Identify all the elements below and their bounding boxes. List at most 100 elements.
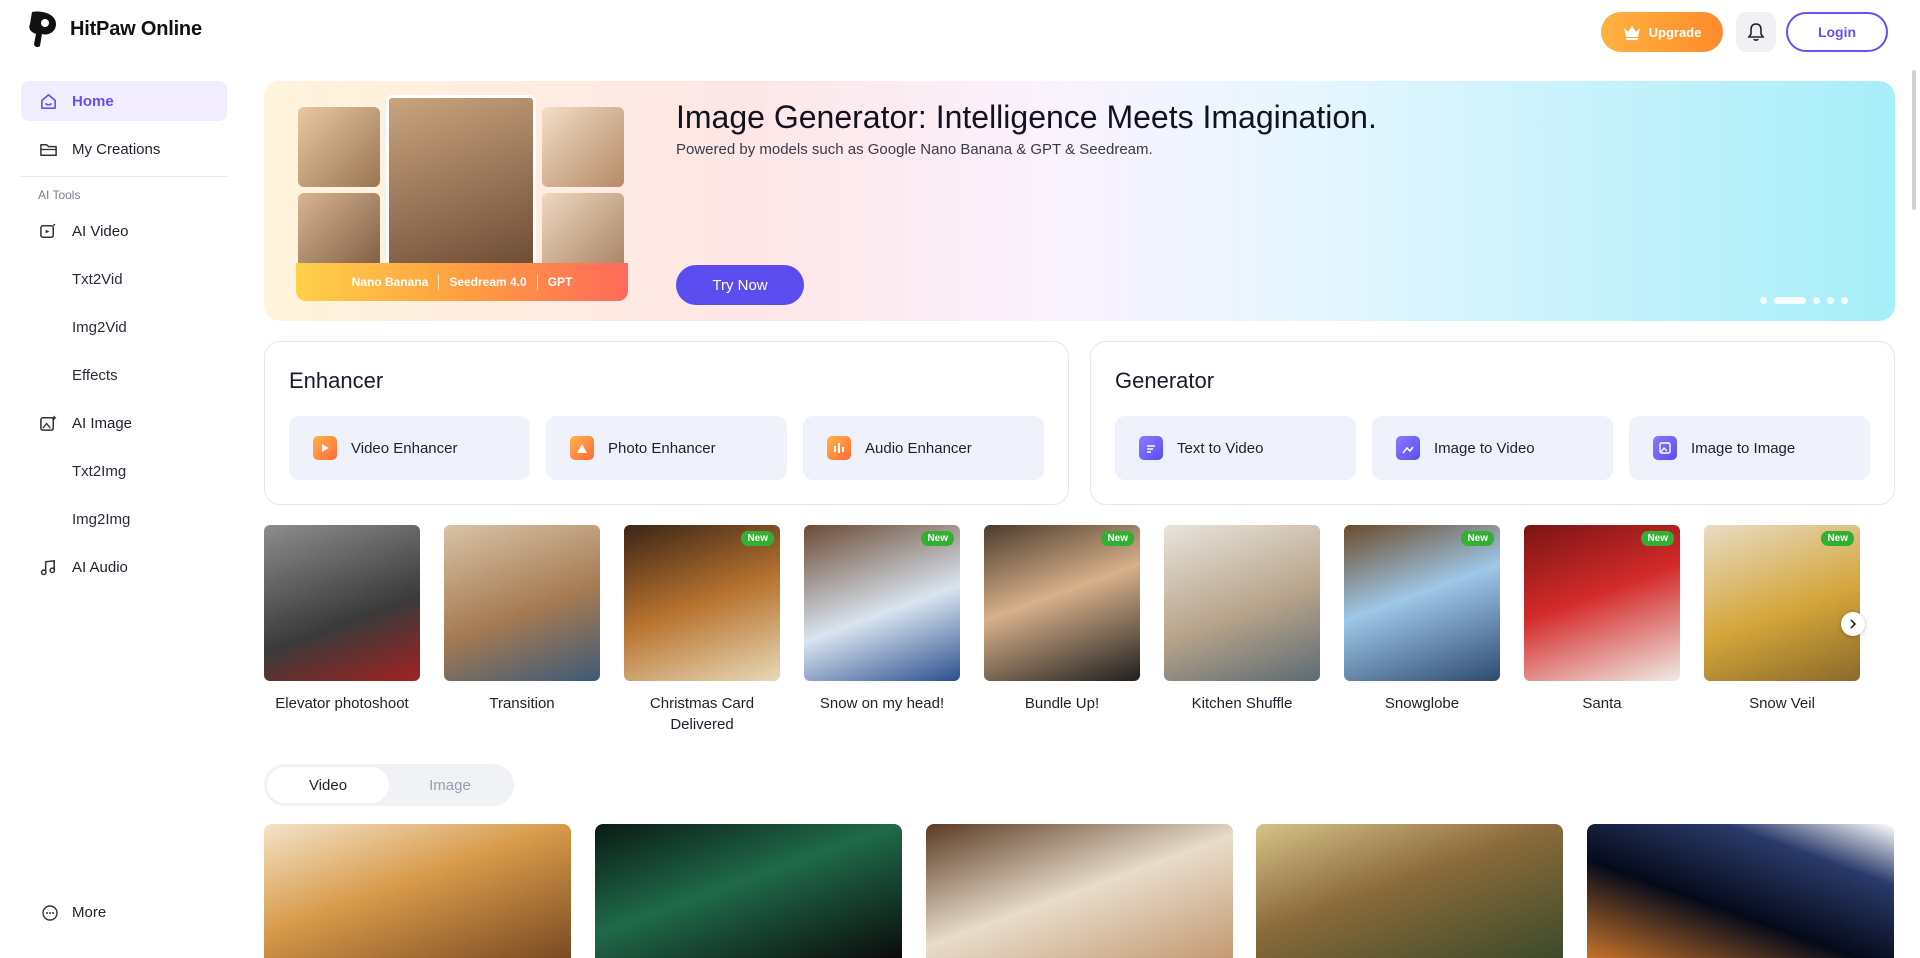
effect-card-kitchen-shuffle[interactable]: Kitchen Shuffle	[1164, 525, 1320, 714]
new-badge: New	[1821, 531, 1854, 546]
music-note-icon	[40, 559, 56, 575]
sidebar-item-ai-audio[interactable]: AI Audio	[21, 547, 227, 587]
effect-thumbnail	[1164, 525, 1320, 681]
carousel-dot-active[interactable]	[1774, 297, 1806, 304]
more-label: More	[72, 904, 107, 921]
effect-card-snow-veil[interactable]: New Snow Veil	[1704, 525, 1860, 714]
ai-tools-label: AI Tools	[38, 188, 81, 202]
effect-thumbnail: New	[984, 525, 1140, 681]
sidebar-item-label: AI Video	[72, 222, 129, 240]
media-type-toggle: Video Image	[264, 764, 514, 806]
sidebar-item-ai-image[interactable]: AI Image	[21, 403, 227, 443]
sidebar-item-img2img[interactable]: Img2Img	[72, 511, 130, 528]
gallery-item[interactable]	[264, 824, 571, 958]
gallery-item[interactable]	[926, 824, 1233, 958]
audio-enhancer-button[interactable]: Audio Enhancer	[803, 416, 1044, 480]
effect-label: Transition	[489, 695, 555, 712]
effect-card-bundle-up[interactable]: New Bundle Up!	[984, 525, 1140, 714]
hitpaw-logo-icon	[29, 11, 56, 48]
tool-label: Photo Enhancer	[608, 439, 716, 457]
enhancer-title: Enhancer	[289, 368, 384, 393]
nano-banana-label: Nano Banana	[351, 275, 429, 289]
upgrade-label: Upgrade	[1648, 24, 1702, 40]
page-scrollbar[interactable]	[1912, 70, 1916, 210]
carousel-dots	[1760, 297, 1848, 304]
effect-card-santa[interactable]: New Santa	[1524, 525, 1680, 714]
enhancer-panel: Enhancer Video Enhancer Photo Enhancer A…	[264, 341, 1069, 505]
effect-label: Snow Veil	[1749, 695, 1815, 712]
effect-label: Santa	[1582, 695, 1622, 712]
more-icon	[42, 904, 58, 921]
effect-label: Snow on my head!	[819, 695, 945, 712]
generator-title: Generator	[1115, 368, 1215, 393]
top-header: HitPaw Online Upgrade Login	[0, 0, 1920, 62]
hero-banner[interactable]: Nano Banana Seedream 4.0 GPT Image Gener…	[264, 81, 1895, 321]
banner-subtitle: Powered by models such as Google Nano Ba…	[676, 141, 1153, 158]
generator-panel: Generator Text to Video Image to Video I…	[1090, 341, 1895, 505]
upgrade-button[interactable]: Upgrade	[1601, 12, 1723, 52]
more-button[interactable]: More	[42, 904, 106, 921]
tool-label: Image to Image	[1691, 439, 1796, 457]
new-badge: New	[1641, 531, 1674, 546]
text-to-video-button[interactable]: Text to Video	[1115, 416, 1356, 480]
gallery-item[interactable]	[1256, 824, 1563, 958]
sidebar-item-label: AI Image	[72, 414, 133, 432]
logo[interactable]: HitPaw Online	[28, 10, 202, 48]
gallery-item[interactable]	[1587, 824, 1894, 958]
tab-image[interactable]: Image	[389, 767, 511, 803]
model-badges: Nano Banana Seedream 4.0 GPT	[296, 263, 628, 301]
sidebar-item-home[interactable]: Home	[21, 81, 227, 121]
sidebar-item-txt2vid[interactable]: Txt2Vid	[72, 271, 123, 288]
carousel-dot[interactable]	[1827, 297, 1834, 304]
gpt-label: GPT	[547, 275, 573, 289]
effect-label: Snowglobe	[1384, 695, 1460, 712]
effect-thumbnail: New	[624, 525, 780, 681]
image-to-video-button[interactable]: Image to Video	[1372, 416, 1613, 480]
image-to-image-icon	[1653, 436, 1677, 460]
sidebar-item-effects[interactable]: Effects	[72, 367, 118, 384]
effect-thumbnail: New	[1704, 525, 1860, 681]
tool-label: Text to Video	[1177, 439, 1264, 457]
carousel-dot[interactable]	[1760, 297, 1767, 304]
text-to-video-icon	[1139, 436, 1163, 460]
chevron-right-icon	[1850, 619, 1857, 629]
effect-label: Christmas Card Delivered	[649, 695, 755, 733]
image-to-image-button[interactable]: Image to Image	[1629, 416, 1870, 480]
carousel-dot[interactable]	[1813, 297, 1820, 304]
login-button[interactable]: Login	[1786, 12, 1888, 52]
effect-thumbnail	[264, 525, 420, 681]
effect-card-snowglobe[interactable]: New Snowglobe	[1344, 525, 1500, 714]
sidebar-item-label: My Creations	[72, 140, 161, 158]
sidebar-item-ai-video[interactable]: AI Video	[21, 211, 227, 251]
effect-card-elevator[interactable]: Elevator photoshoot	[264, 525, 420, 714]
sidebar-item-my-creations[interactable]: My Creations	[21, 129, 227, 169]
image-to-video-icon	[1396, 436, 1420, 460]
effect-thumbnail	[444, 525, 600, 681]
photo-enhancer-icon	[570, 436, 594, 460]
crown-icon	[1623, 26, 1640, 40]
folder-icon	[40, 143, 57, 156]
tab-video[interactable]: Video	[267, 767, 389, 803]
next-arrow-button[interactable]	[1841, 612, 1865, 636]
image-icon	[40, 415, 57, 431]
gallery-item[interactable]	[595, 824, 902, 958]
new-badge: New	[921, 531, 954, 546]
notifications-button[interactable]	[1736, 12, 1776, 52]
tool-label: Image to Video	[1434, 439, 1535, 457]
effect-thumbnail: New	[1344, 525, 1500, 681]
bell-icon	[1747, 23, 1765, 41]
sidebar-item-label: Home	[72, 92, 114, 110]
video-enhancer-icon	[313, 436, 337, 460]
effect-card-snow-on-head[interactable]: New Snow on my head!	[804, 525, 960, 714]
video-enhancer-button[interactable]: Video Enhancer	[289, 416, 530, 480]
try-now-button[interactable]: Try Now	[676, 265, 804, 305]
sidebar-item-img2vid[interactable]: Img2Vid	[72, 319, 127, 336]
tool-label: Video Enhancer	[351, 439, 458, 457]
effect-card-transition[interactable]: Transition	[444, 525, 600, 714]
effect-card-christmas-card[interactable]: New Christmas Card Delivered	[624, 525, 780, 735]
carousel-dot[interactable]	[1841, 297, 1848, 304]
photo-enhancer-button[interactable]: Photo Enhancer	[546, 416, 787, 480]
sidebar-item-txt2img[interactable]: Txt2Img	[72, 463, 126, 480]
tool-label: Audio Enhancer	[865, 439, 972, 457]
seedream-label: Seedream 4.0	[449, 275, 527, 289]
